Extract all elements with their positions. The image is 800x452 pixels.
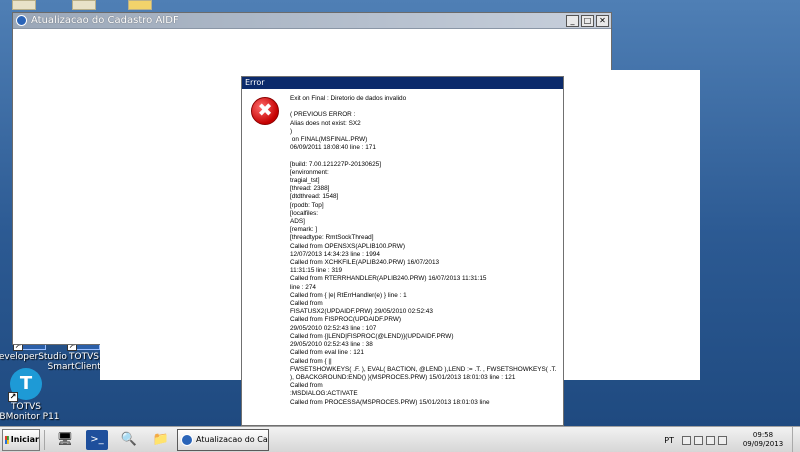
- error-line: ): [290, 127, 293, 135]
- error-dialog[interactable]: Error ✖ Exit on Final : Diretorio de dad…: [241, 76, 564, 426]
- error-line: Called from { |e| RtErrHandler(e) } line…: [290, 291, 407, 299]
- clock-time: 09:58: [752, 431, 774, 439]
- error-message-text: Exit on Final : Diretorio de dados inval…: [290, 95, 560, 407]
- error-line: Called from FISPROC(UPDAIDF.PRW): [290, 316, 402, 324]
- error-line: Called from { ||: [290, 357, 332, 365]
- error-line: Alias does not exist: SX2: [290, 119, 361, 127]
- error-line: FWSETSHOWKEYS( .F. ), EVAL( BACTION, @LE…: [290, 365, 557, 373]
- start-button[interactable]: Iniciar: [2, 428, 40, 451]
- error-line: [remark: ]: [290, 226, 317, 234]
- error-line: [290, 152, 560, 160]
- powershell-icon[interactable]: >_: [86, 429, 108, 450]
- partial-desktop-icon[interactable]: [12, 0, 36, 10]
- error-line: [thread: 2388]: [290, 185, 330, 193]
- error-line: 06/09/2011 18:08:40 line : 171: [290, 144, 376, 152]
- error-line: [290, 103, 560, 111]
- partial-desktop-icon[interactable]: [72, 0, 96, 10]
- error-line: Called from XCHKFILE(APLIB240.PRW) 16/07…: [290, 259, 440, 267]
- error-line: [localfiles:: [290, 209, 319, 217]
- taskbar-item-label: Atualizacao do Cad...: [196, 435, 268, 444]
- minimize-button[interactable]: _: [566, 14, 579, 27]
- taskbar: Iniciar 🖥 >_ 🔍 📁 Atualizacao do Cad... P…: [0, 426, 800, 452]
- start-label: Iniciar: [10, 435, 39, 444]
- error-line: Called from {|LEND|FISPROC(@LEND)}(UPDAI…: [290, 332, 454, 340]
- desktop-icon-dbmonitor[interactable]: T ↗ TOTVS DBMonitor P11: [0, 368, 64, 422]
- error-line: line : 274: [290, 283, 316, 291]
- taskbar-separator: [44, 429, 45, 450]
- tray-arrow-icon[interactable]: [682, 435, 691, 445]
- windows-logo-icon: [5, 435, 9, 444]
- error-line: tragial_tst]: [290, 177, 320, 185]
- error-line: Called from OPENSXS(APLIB100.PRW): [290, 242, 405, 250]
- main-window-title: Atualizacao do Cadastro AIDF: [31, 15, 179, 26]
- server-manager-icon[interactable]: 🖥: [54, 430, 76, 450]
- close-button[interactable]: ✕: [596, 14, 609, 27]
- taskbar-item-app[interactable]: Atualizacao do Cad...: [177, 428, 269, 451]
- error-line: on FINAL(MSFINAL.PRW): [290, 136, 368, 144]
- error-line: Called from RTERRHANDLER(APLIB240.PRW) 1…: [290, 275, 487, 283]
- error-line: Called from eval line : 121: [290, 349, 364, 357]
- error-line: Called from PROCESSA(MSPROCES.PRW) 15/01…: [290, 398, 490, 406]
- shortcut-arrow-icon: ↗: [8, 392, 18, 402]
- volume-icon[interactable]: [718, 435, 727, 445]
- app-icon: [181, 433, 193, 446]
- error-line: Called from: [290, 382, 323, 390]
- error-line: [dtdthread: 1548]: [290, 193, 339, 201]
- desktop-icon-label: TOTVS DBMonitor P11: [0, 402, 60, 422]
- error-line: Exit on Final : Diretorio de dados inval…: [290, 95, 407, 102]
- show-desktop-button[interactable]: [792, 427, 800, 452]
- error-line: [build: 7.00.121227P-20130625]: [290, 160, 381, 168]
- error-line: ADS]: [290, 218, 305, 226]
- language-indicator[interactable]: PT: [664, 436, 674, 445]
- error-line: 11:31:15 line : 319: [290, 267, 343, 275]
- explorer-icon[interactable]: 🔍: [118, 430, 140, 450]
- flag-icon[interactable]: [694, 435, 703, 445]
- error-line: 12/07/2013 14:34:23 line : 1994: [290, 250, 380, 258]
- network-icon[interactable]: [706, 435, 715, 445]
- error-icon: ✖: [251, 97, 279, 125]
- dbmonitor-icon: T ↗: [8, 368, 42, 402]
- error-line: ( PREVIOUS ERROR :: [290, 111, 356, 119]
- error-line: [rpodb: Top]: [290, 201, 324, 209]
- clock-date: 09/09/2013: [742, 440, 784, 448]
- error-line: 29/05/2010 02:52:43 line : 107: [290, 324, 377, 332]
- partial-folder-icon[interactable]: [128, 0, 152, 10]
- error-line: [environment:: [290, 168, 329, 176]
- error-line: FISATUSX2(UPDAIDF.PRW) 29/05/2010 02:52:…: [290, 308, 433, 316]
- clock[interactable]: 09:58 09/09/2013: [734, 431, 792, 449]
- error-line: Called from: [290, 300, 323, 308]
- app-icon: [16, 15, 27, 26]
- error-line: ), OBACKGROUND:END() }(MSPROCES.PRW) 15/…: [290, 373, 516, 381]
- error-dialog-titlebar[interactable]: Error: [242, 77, 563, 89]
- error-line: 29/05/2010 02:52:43 line : 38: [290, 341, 373, 349]
- error-line: [threadtype: RmtSockThread]: [290, 234, 374, 242]
- main-window-titlebar[interactable]: Atualizacao do Cadastro AIDF _ □ ✕: [13, 13, 611, 29]
- folder-icon[interactable]: 📁: [150, 430, 172, 450]
- system-tray: PT 09:58 09/09/2013: [664, 427, 800, 452]
- error-line: :MSDIALOG:ACTIVATE: [290, 390, 358, 398]
- maximize-button[interactable]: □: [581, 14, 594, 27]
